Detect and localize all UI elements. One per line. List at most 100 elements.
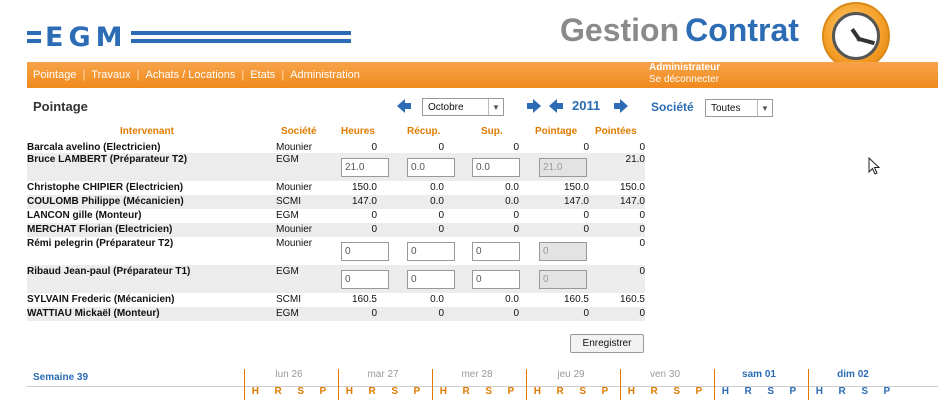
- year-value: 2011: [572, 98, 601, 113]
- recup-input[interactable]: 0: [407, 242, 455, 261]
- pointees-cell: 0: [639, 308, 645, 319]
- heures-input[interactable]: 0: [341, 270, 389, 289]
- nav-item-travaux[interactable]: Travaux: [91, 69, 130, 81]
- nav-item-administration[interactable]: Administration: [290, 69, 360, 81]
- month-select[interactable]: Octobre ▼: [422, 98, 504, 116]
- pointage-cell: 147.0: [563, 196, 589, 207]
- table-row: Ribaud Jean-paul (Préparateur T1) EGM 0 0 0 0…: [27, 265, 645, 293]
- intervenant-name: Rémi pelegrin (Préparateur T2): [27, 238, 174, 249]
- nav-item-achats-locations[interactable]: Achats / Locations: [145, 69, 235, 81]
- day-columns-header: HRSP: [620, 386, 710, 400]
- col-letter: S: [861, 386, 868, 397]
- col-letter: S: [579, 386, 586, 397]
- sup-cell: 0.0: [505, 294, 519, 305]
- recup-cell: 0.0: [430, 196, 444, 207]
- heures-cell: 150.0: [351, 182, 377, 193]
- month-value: Octobre: [428, 101, 464, 113]
- next-month-arrow-icon[interactable]: [527, 99, 541, 113]
- col-letter: P: [507, 386, 515, 397]
- recup-input[interactable]: 0.0: [407, 158, 455, 177]
- recup-cell: 0: [438, 210, 444, 221]
- col-letter: R: [556, 386, 564, 397]
- recup-cell: 0.0: [430, 294, 444, 305]
- col-letter: P: [695, 386, 703, 397]
- table-row: Bruce LAMBERT (Préparateur T2) EGM 21.0 0.0…: [27, 153, 645, 181]
- sup-input[interactable]: 0: [472, 270, 520, 289]
- societe-cell: Mounier: [276, 142, 313, 153]
- pointees-cell: 0: [639, 224, 645, 235]
- day-column: ven 30 H R S P: [620, 369, 710, 400]
- prev-year-arrow-icon[interactable]: [549, 99, 563, 113]
- day-column: jeu 29 H R S P: [526, 369, 616, 400]
- heures-cell: 0: [371, 210, 377, 221]
- nav-item-etats[interactable]: Etats: [250, 69, 275, 81]
- day-columns-header: HRSP: [808, 386, 898, 400]
- day-column: sam 01 H R S P: [714, 369, 804, 400]
- pointees-cell: 0: [639, 238, 645, 249]
- prev-month-arrow-icon[interactable]: [397, 99, 411, 113]
- col-header-recup: Récup.: [407, 126, 441, 137]
- pointage-cell: 0: [583, 210, 589, 221]
- chevron-down-icon: ▼: [757, 100, 772, 116]
- col-letter: P: [883, 386, 891, 397]
- col-letter: H: [627, 386, 635, 397]
- pointees-cell: 21.0: [625, 154, 645, 165]
- col-letter: R: [650, 386, 658, 397]
- nav-separator: |: [281, 69, 285, 81]
- col-header-societe: Société: [281, 126, 317, 137]
- sup-cell: 0: [513, 210, 519, 221]
- pointage-input: 0: [539, 242, 587, 261]
- nav-separator: |: [241, 69, 245, 81]
- chevron-down-icon: ▼: [488, 99, 503, 115]
- sup-cell: 0: [513, 142, 519, 153]
- pointage-input: 0: [539, 270, 587, 289]
- recup-cell: 0: [438, 308, 444, 319]
- col-letter: S: [767, 386, 774, 397]
- intervenant-name: Bruce LAMBERT (Préparateur T2): [27, 154, 188, 165]
- table-row: COULOMB Philippe (Mécanicien) SCMI 147.0 0.…: [27, 195, 645, 209]
- col-letter: P: [319, 386, 327, 397]
- recup-cell: 0: [438, 142, 444, 153]
- table-row: WATTIAU Mickaël (Monteur) EGM 0 0 0 0 0: [27, 307, 645, 321]
- nav-item-pointage[interactable]: Pointage: [33, 69, 76, 81]
- recup-input[interactable]: 0: [407, 270, 455, 289]
- logo-line: [131, 31, 352, 43]
- societe-cell: EGM: [276, 308, 299, 319]
- nav-separator: |: [82, 69, 86, 81]
- pointage-cell: 0: [583, 224, 589, 235]
- page-title: Pointage: [33, 99, 88, 114]
- table-row: Christophe CHIPIER (Electricien) Mounier 1…: [27, 181, 645, 195]
- table-row: LANCON gille (Monteur) EGM 0 0 0 0 0: [27, 209, 645, 223]
- societe-cell: EGM: [276, 210, 299, 221]
- col-letter: S: [673, 386, 680, 397]
- sup-input[interactable]: 0: [472, 242, 520, 261]
- day-column: mer 28 H R S P: [432, 369, 522, 400]
- col-letter: R: [838, 386, 846, 397]
- save-button[interactable]: Enregistrer: [570, 334, 644, 353]
- logout-link[interactable]: Se déconnecter: [649, 74, 720, 86]
- brand-contrat: Contrat: [685, 12, 799, 48]
- sup-input[interactable]: 0.0: [472, 158, 520, 177]
- pointage-cell: 160.5: [563, 294, 589, 305]
- intervenant-name: LANCON gille (Monteur): [27, 210, 142, 221]
- col-letter: R: [368, 386, 376, 397]
- pointees-cell: 147.0: [619, 196, 645, 207]
- heures-cell: 0: [371, 308, 377, 319]
- col-header-pointees: Pointées: [595, 126, 637, 137]
- intervenant-name: Ribaud Jean-paul (Préparateur T1): [27, 266, 191, 277]
- col-letter: R: [462, 386, 470, 397]
- heures-input[interactable]: 21.0: [341, 158, 389, 177]
- table-row: MERCHAT Florian (Electricien) Mounier 0 0 0 0…: [27, 223, 645, 237]
- col-header-intervenant: Intervenant: [120, 126, 174, 137]
- heures-cell: 0: [371, 224, 377, 235]
- societe-select[interactable]: Toutes ▼: [705, 99, 773, 117]
- col-letter: R: [744, 386, 752, 397]
- next-year-arrow-icon[interactable]: [614, 99, 628, 113]
- table-row: Rémi pelegrin (Préparateur T2) Mounier 0 0 0…: [27, 237, 645, 265]
- heures-input[interactable]: 0: [341, 242, 389, 261]
- societe-cell: EGM: [276, 154, 299, 165]
- recup-cell: 0.0: [430, 182, 444, 193]
- brand-gestion: Gestion: [560, 12, 680, 48]
- sup-cell: 0.0: [505, 196, 519, 207]
- sup-cell: 0: [513, 308, 519, 319]
